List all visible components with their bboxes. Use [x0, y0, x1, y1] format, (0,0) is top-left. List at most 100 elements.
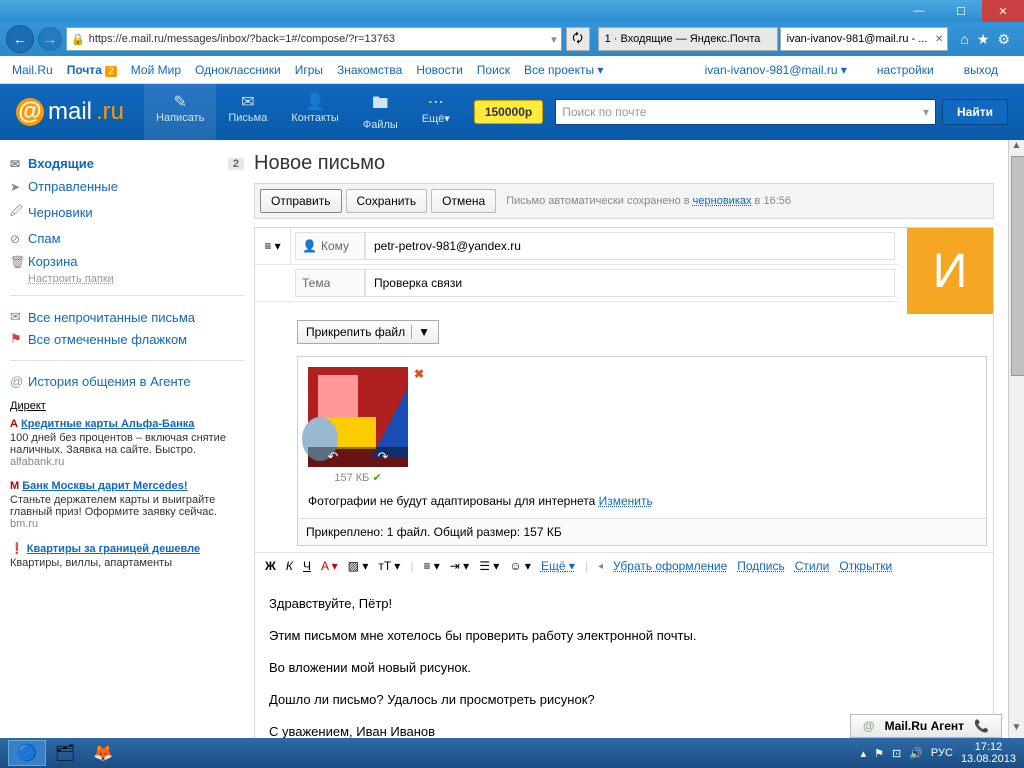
- dropdown-icon[interactable]: ▾: [923, 105, 929, 119]
- vertical-scrollbar[interactable]: ▲ ▼: [1008, 140, 1024, 738]
- window-minimize-button[interactable]: —: [898, 0, 940, 22]
- htab-contacts[interactable]: 👤Контакты: [279, 84, 351, 140]
- styles-button[interactable]: Стили: [795, 559, 830, 573]
- tray-lang[interactable]: РУС: [931, 747, 953, 759]
- agent-history[interactable]: @История общения в Агенте: [10, 371, 244, 392]
- align-button[interactable]: ≡ ▾: [423, 559, 439, 573]
- window-maximize-button[interactable]: ☐: [940, 0, 982, 22]
- to-field[interactable]: petr-petrov-981@yandex.ru: [365, 232, 895, 260]
- action-bar: Отправить Сохранить Отмена Письмо автома…: [254, 183, 994, 219]
- ad-realty[interactable]: ❗ Квартиры за границей дешевлеКварти­ры,…: [10, 542, 244, 569]
- phone-icon[interactable]: 📞: [974, 719, 989, 733]
- mail-search-button[interactable]: Найти: [942, 99, 1008, 125]
- browser-navbar: ← → 🔒 https://e.mail.ru/messages/inbox/?…: [0, 22, 1024, 56]
- browser-tabs: 1 · Входящие — Яндекс.Почта ivan-ivanov-…: [598, 27, 949, 51]
- folder-settings-link[interactable]: Настроить папки: [10, 273, 244, 285]
- save-button[interactable]: Сохранить: [346, 189, 428, 213]
- filter-flagged[interactable]: ⚑Все отмеченные флажком: [10, 328, 244, 350]
- remove-attachment-button[interactable]: ✖: [414, 367, 424, 381]
- tray-clock[interactable]: 17:12 13.08.2013: [961, 741, 1016, 765]
- underline-button[interactable]: Ч: [303, 559, 311, 573]
- toolbar-more[interactable]: Ещё ▾: [541, 559, 575, 573]
- folder-trash[interactable]: 🗑Корзина: [10, 250, 244, 273]
- compose-options-button[interactable]: ≡ ▾: [255, 228, 291, 264]
- mailru-logo[interactable]: @ mail.ru: [16, 98, 124, 126]
- font-size-button[interactable]: тT ▾: [378, 559, 400, 573]
- text-color-button[interactable]: A ▾: [321, 559, 338, 573]
- attachment-box: ↶↷ 157 КБ ✔ ✖ Фотографии не будут адапти…: [297, 356, 987, 546]
- direkt-label[interactable]: Директ: [10, 400, 244, 412]
- nav-forward-button[interactable]: →: [38, 27, 62, 51]
- italic-button[interactable]: К: [286, 559, 293, 573]
- taskbar-explorer-icon[interactable]: 🗂: [46, 740, 84, 766]
- favorites-icon[interactable]: ★: [977, 31, 990, 48]
- topnav-mymir[interactable]: Мой Мир: [131, 63, 181, 77]
- price-button[interactable]: 150000р: [474, 100, 543, 124]
- tab-yandex[interactable]: 1 · Входящие — Яндекс.Почта: [598, 27, 778, 51]
- rotate-right-icon[interactable]: ↷: [378, 449, 389, 465]
- subject-label: Тема: [295, 269, 365, 297]
- logout-link[interactable]: выход: [964, 63, 998, 77]
- nav-back-button[interactable]: ←: [6, 25, 34, 53]
- cards-button[interactable]: Открытки: [839, 559, 892, 573]
- tray-action-icon[interactable]: ▴: [861, 747, 867, 760]
- filter-unread[interactable]: ✉Все непрочитанные письма: [10, 306, 244, 328]
- mail-search-input[interactable]: Поиск по почте ▾: [555, 99, 936, 125]
- tray-flag-icon[interactable]: ⚑: [874, 747, 884, 760]
- home-icon[interactable]: ⌂: [960, 31, 968, 48]
- htab-more[interactable]: ⋯Ещё▾: [410, 84, 462, 140]
- folder-drafts[interactable]: 🖉Черновики: [10, 198, 244, 227]
- indent-button[interactable]: ⇥ ▾: [450, 559, 469, 573]
- send-button[interactable]: Отправить: [260, 189, 342, 213]
- at-icon: @: [863, 719, 875, 733]
- close-icon[interactable]: ✕: [935, 34, 943, 45]
- taskbar-firefox-icon[interactable]: 🦊: [84, 740, 122, 766]
- tray-sound-icon[interactable]: 🔊: [909, 747, 923, 760]
- undo-icon[interactable]: ◂: [598, 561, 603, 572]
- attach-file-button[interactable]: Прикрепить файл▼: [297, 320, 439, 344]
- folder-sent[interactable]: ➤Отправленные: [10, 175, 244, 198]
- ad-alfabank[interactable]: А Кредитные карты Альфа-Банка100 дней бе…: [10, 418, 244, 468]
- attachment-thumbnail[interactable]: ↶↷: [308, 367, 408, 467]
- emoji-button[interactable]: ☺ ▾: [509, 559, 531, 573]
- topnav-mailru[interactable]: Mail.Ru: [12, 63, 53, 77]
- topnav-games[interactable]: Игры: [295, 63, 323, 77]
- dropdown-icon[interactable]: ▾: [551, 33, 557, 46]
- htab-files[interactable]: 🖿Файлы: [351, 84, 410, 140]
- topnav-projects[interactable]: Все проекты ▾: [524, 63, 603, 77]
- agent-bar[interactable]: @ Mail.Ru Агент 📞: [850, 714, 1002, 738]
- rotate-left-icon[interactable]: ↶: [328, 449, 339, 465]
- bold-button[interactable]: Ж: [265, 559, 276, 573]
- folder-spam[interactable]: ⊘Спам: [10, 227, 244, 250]
- cancel-button[interactable]: Отмена: [431, 189, 496, 213]
- attachment-size: 157 КБ ✔: [308, 471, 408, 484]
- settings-link[interactable]: настройки: [877, 63, 934, 77]
- refresh-button[interactable]: 🗘: [566, 27, 590, 51]
- window-close-button[interactable]: ✕: [982, 0, 1024, 22]
- sidebar: ✉Входящие2 ➤Отправленные 🖉Черновики ⊘Спа…: [0, 140, 254, 738]
- topnav-mail[interactable]: Почта 2: [67, 63, 117, 77]
- chevron-down-icon[interactable]: ▼: [411, 325, 430, 339]
- topnav-dating[interactable]: Знакомства: [337, 63, 402, 77]
- subject-field[interactable]: Проверка связи: [365, 269, 895, 297]
- ad-bm[interactable]: М Банк Москвы дарит Mercedes!Станьте дер…: [10, 480, 244, 530]
- bg-color-button[interactable]: ▨ ▾: [348, 559, 369, 573]
- topnav-ok[interactable]: Одноклассники: [195, 63, 281, 77]
- htab-compose[interactable]: ✎Написать: [144, 84, 216, 140]
- folder-inbox[interactable]: ✉Входящие2: [10, 152, 244, 175]
- topnav-news[interactable]: Новости: [416, 63, 462, 77]
- signature-button[interactable]: Подпись: [737, 559, 785, 573]
- portal-topnav: Mail.Ru Почта 2 Мой Мир Одноклассники Иг…: [0, 56, 1024, 84]
- user-email[interactable]: ivan-ivanov-981@mail.ru ▾: [705, 63, 847, 77]
- htab-letters[interactable]: ✉Письма: [216, 84, 279, 140]
- tab-mailru[interactable]: ivan-ivanov-981@mail.ru - ... ✕: [780, 27, 949, 51]
- list-button[interactable]: ☰ ▾: [479, 559, 499, 573]
- taskbar-ie-icon[interactable]: 🔵: [8, 740, 46, 766]
- address-bar[interactable]: 🔒 https://e.mail.ru/messages/inbox/?back…: [66, 27, 562, 51]
- tools-icon[interactable]: ⚙: [997, 31, 1010, 48]
- at-icon: @: [16, 98, 44, 126]
- topnav-search[interactable]: Поиск: [477, 63, 510, 77]
- remove-format-button[interactable]: Убрать оформление: [613, 559, 727, 573]
- tray-network-icon[interactable]: ⊡: [892, 747, 901, 760]
- autosave-status: Письмо автоматически сохранено в чернови…: [506, 195, 791, 207]
